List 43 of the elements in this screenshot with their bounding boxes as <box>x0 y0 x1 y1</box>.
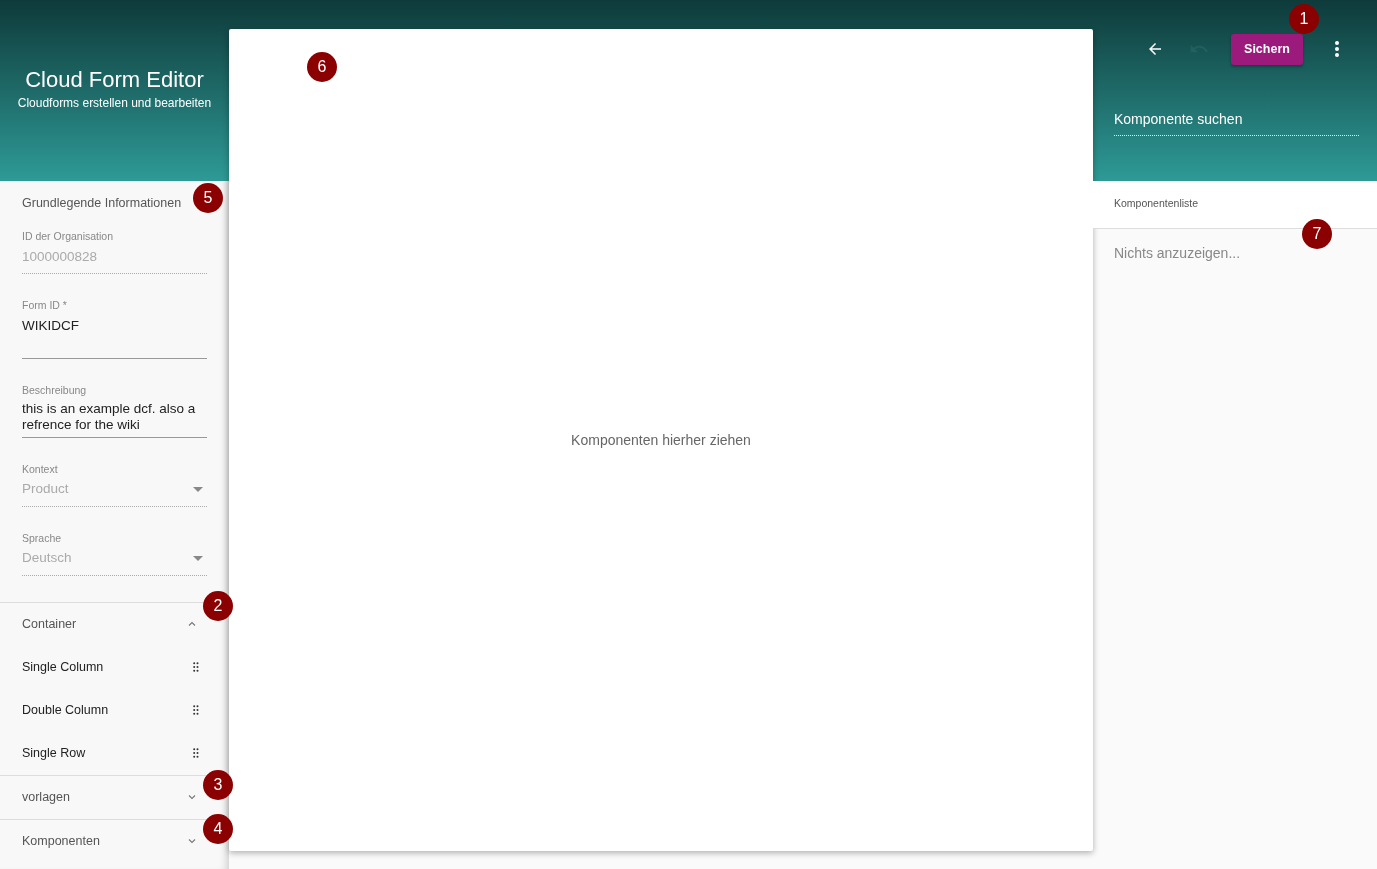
accordion-title: Komponenten <box>22 832 100 850</box>
item-label: Single Column <box>22 658 104 676</box>
item-label: Single Row <box>22 744 86 762</box>
accordion-header[interactable]: vorlagen <box>0 775 202 819</box>
drag-handle-icon[interactable] <box>193 662 199 672</box>
dropdown-caret-icon <box>193 555 203 561</box>
callout-marker: 7 <box>1302 219 1332 249</box>
component-item[interactable]: Double Column <box>0 688 229 732</box>
select-value: Product <box>22 480 69 499</box>
field-label: ID der Organisation <box>22 228 115 244</box>
app-title: Cloud Form Editor <box>24 66 205 94</box>
accordion-header[interactable]: Container <box>0 602 202 646</box>
callout-marker: 2 <box>203 590 233 621</box>
accordion-header[interactable]: Komponenten <box>0 819 202 863</box>
item-label: Double Column <box>22 701 109 719</box>
app-subtitle: Cloudforms erstellen und bearbeiten <box>16 95 213 112</box>
save-button[interactable]: Sichern <box>1231 33 1303 65</box>
callout-marker: 5 <box>193 183 223 213</box>
field-label: Kontext <box>22 461 59 477</box>
dropdown-caret-icon <box>193 486 203 492</box>
select-value: Deutsch <box>22 549 72 568</box>
field-label: Beschreibung <box>22 382 88 398</box>
field-label: Sprache <box>22 530 63 546</box>
field-label: Form ID * <box>22 297 68 313</box>
search-field[interactable]: Komponente suchen <box>1114 105 1359 136</box>
drag-handle-icon[interactable] <box>193 705 199 715</box>
expand-chevron-icon <box>188 794 196 800</box>
callout-marker: 1 <box>1289 3 1319 34</box>
accordion-title: Container <box>22 615 77 633</box>
text-area[interactable]: this is an example dcf. also a refrence for the wiki <box>22 398 207 438</box>
callout-marker: 4 <box>203 813 233 844</box>
collapse-chevron-icon <box>188 621 196 627</box>
drag-handle-icon[interactable] <box>193 748 199 758</box>
drop-hint: Komponenten hierher ziehen <box>571 430 751 450</box>
input-field[interactable]: WIKIDCF <box>22 313 207 359</box>
list-title: Komponentenliste <box>1114 197 1199 209</box>
component-item[interactable]: Single Column <box>0 645 229 689</box>
expand-chevron-icon <box>188 838 196 844</box>
accordion-title: vorlagen <box>22 788 70 806</box>
section-title: Grundlegende Informationen <box>22 196 182 210</box>
callout-marker: 6 <box>307 52 337 82</box>
callout-marker: 3 <box>203 769 233 800</box>
empty-message: Nichts anzuzeigen... <box>1114 245 1241 261</box>
